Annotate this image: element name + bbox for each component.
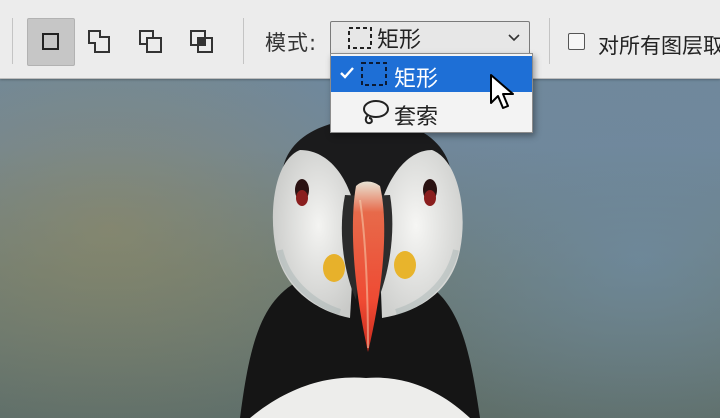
rectangle-marquee-icon [348,27,372,49]
chevron-down-icon [508,34,520,42]
checkmark-icon [340,67,354,79]
subtract-from-selection-button[interactable] [127,18,175,66]
sample-all-layers-checkbox[interactable] [568,33,585,50]
sample-all-layers-label: 对所有图层取 [598,34,720,58]
mode-select-value: 矩形 [377,28,422,53]
subtract-from-selection-icon [139,30,162,53]
toolbar-divider [12,18,13,64]
dropdown-option-label: 矩形 [394,67,439,92]
intersect-with-selection-icon [190,30,213,53]
rectangle-marquee-icon [361,62,387,86]
mode-select[interactable]: 矩形 [330,21,530,55]
add-to-selection-icon [88,30,110,53]
toolbar-divider [549,18,550,64]
intersect-with-selection-button[interactable] [178,18,226,66]
new-selection-button[interactable] [27,18,75,66]
lasso-icon [363,100,389,125]
mode-label: 模式: [265,31,318,55]
dropdown-option-label: 套索 [394,105,439,130]
mouse-pointer-icon [490,74,514,109]
toolbar-divider [243,18,244,64]
new-selection-icon [42,33,59,50]
add-to-selection-button[interactable] [76,18,124,66]
